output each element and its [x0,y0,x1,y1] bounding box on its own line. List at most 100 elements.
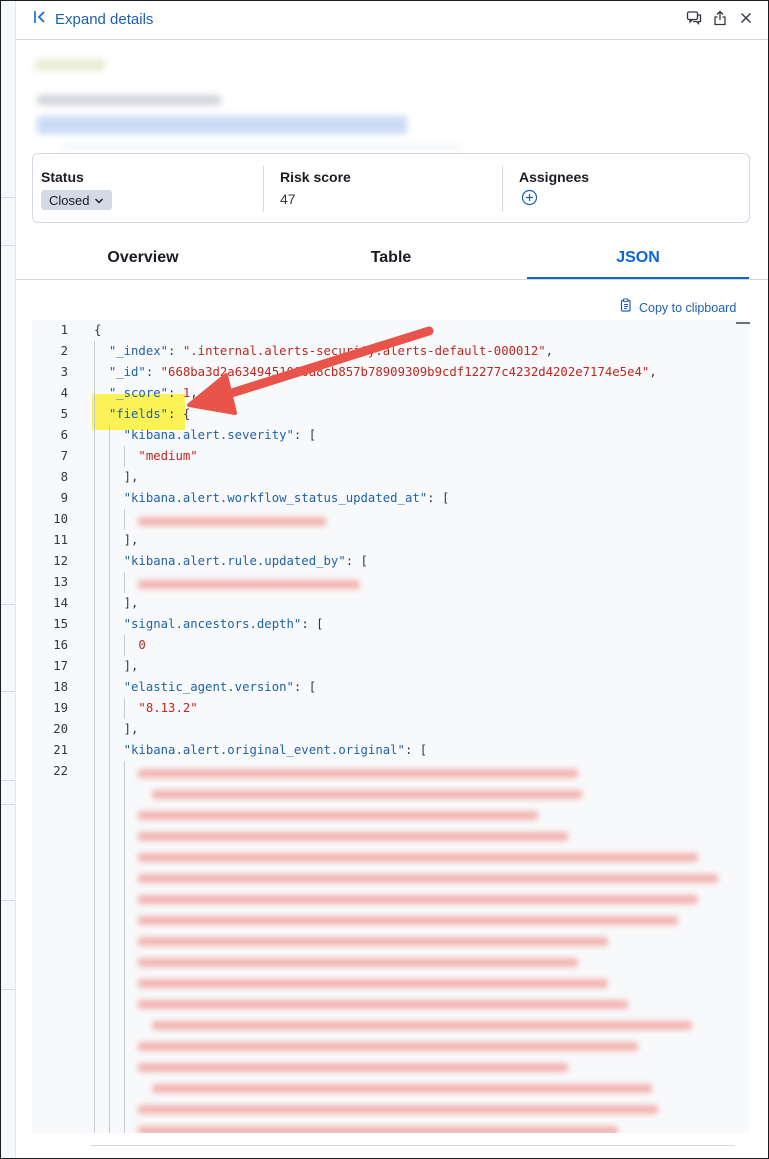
redacted-value [138,874,718,883]
redacted-value [138,580,360,589]
line-number: 15 [53,617,68,631]
risk-score-value: 47 [280,191,296,207]
redacted-badge [35,59,105,71]
status-title: Status [41,169,84,185]
code-text: "_score": 1, [108,386,198,400]
code-line: 1{ [32,320,749,341]
redacted-value [138,937,608,946]
code-text: ], [94,470,139,484]
redacted-value [152,790,582,799]
card-divider [502,166,503,212]
code-line: 9 "kibana.alert.workflow_status_updated_… [32,488,749,509]
status-value: Closed [49,192,90,208]
background-page-edge [1,1,16,1158]
line-number: 4 [60,386,68,400]
expand-details-button[interactable]: Expand details [33,9,153,30]
redacted-value [138,1042,638,1051]
redacted-value [138,1126,618,1133]
flyout-header: Expand details [15,1,768,40]
code-line: 17 ], [32,656,749,677]
code-line: 14 ], [32,593,749,614]
code-line: 18 "elastic_agent.version": [ [32,677,749,698]
line-number: 7 [60,449,68,463]
alert-summary-card: Status Closed Risk score 47 Assignees [32,153,750,223]
redacted-value [138,1000,628,1009]
redacted-divider [61,145,461,149]
close-icon[interactable] [738,10,754,26]
line-number: 19 [53,701,68,715]
expand-left-icon [33,9,47,30]
tab-table[interactable]: Table [280,239,502,277]
code-line: 12 "kibana.alert.rule.updated_by": [ [32,551,749,572]
tab-overview[interactable]: Overview [32,239,254,277]
code-text: "_index": ".internal.alerts-security.ale… [108,344,554,358]
code-line: 19 "8.13.2" [32,698,749,719]
redacted-value [152,1021,692,1030]
line-number: 13 [53,575,68,589]
redacted-value [152,1084,652,1093]
line-number: 14 [53,596,68,610]
copy-to-clipboard-label: Copy to clipboard [639,300,737,315]
code-text: "medium" [138,449,198,463]
line-number: 1 [60,323,68,337]
redacted-alert-title [37,116,407,134]
redacted-value [138,832,568,841]
code-text: "kibana.alert.rule.updated_by": [ [123,554,368,568]
code-text: { [94,323,102,337]
chevron-down-icon [94,193,104,208]
code-text: ], [94,533,139,547]
code-text: 0 [138,638,146,652]
redacted-value [138,1063,568,1072]
line-number: 11 [53,533,68,547]
code-line: 5 "fields": { [32,404,749,425]
detail-tabs: Overview Table JSON [15,239,768,280]
code-bottom-border [91,1145,735,1146]
code-text: "fields": { [108,407,191,421]
code-line: 8 ], [32,467,749,488]
code-line: 20 ], [32,719,749,740]
line-number: 8 [60,470,68,484]
code-line: 15 "signal.ancestors.depth": [ [32,614,749,635]
assignees-title: Assignees [519,169,590,185]
redacted-value [138,916,678,925]
line-number: 22 [53,764,68,778]
code-text: ], [94,596,139,610]
line-number: 5 [60,407,68,421]
line-number: 17 [53,659,68,673]
redacted-value [138,853,698,862]
status-dropdown[interactable]: Closed [41,190,113,210]
flyout-panel: Expand details Status Closed Risk score … [0,0,769,1159]
comment-icon[interactable] [686,10,702,26]
copy-to-clipboard-button[interactable]: Copy to clipboard [620,298,736,317]
code-line: 3 "_id": "668ba3d2a6349451000a8cb857b789… [32,362,749,383]
line-number: 16 [53,638,68,652]
line-number: 2 [60,344,68,358]
code-text: "kibana.alert.workflow_status_updated_at… [123,491,450,505]
copy-clipboard-icon [620,298,633,317]
redacted-value [138,811,538,820]
redacted-value [138,979,608,988]
code-line: 2 "_index": ".internal.alerts-security.a… [32,341,749,362]
risk-score-title: Risk score [280,169,351,185]
line-number: 20 [53,722,68,736]
code-text: ], [94,722,139,736]
redacted-value [138,769,578,778]
code-text: "signal.ancestors.depth": [ [123,617,324,631]
line-number: 10 [53,512,68,526]
expand-details-label: Expand details [55,11,154,28]
line-number: 6 [60,428,68,442]
card-divider [263,166,264,212]
redacted-value [138,517,326,526]
share-icon[interactable] [712,10,728,26]
redacted-value [138,895,698,904]
code-line: 16 0 [32,635,749,656]
code-line: 11 ], [32,530,749,551]
line-number: 21 [53,743,68,757]
code-line: 4 "_score": 1, [32,383,749,404]
code-line: 6 "kibana.alert.severity": [ [32,425,749,446]
redacted-value [138,958,578,967]
scrollbar-thumb[interactable] [736,322,750,324]
tab-json[interactable]: JSON [527,239,749,279]
plus-circle-icon[interactable] [521,189,538,206]
json-code-view[interactable]: 1{2 "_index": ".internal.alerts-security… [32,320,749,1133]
